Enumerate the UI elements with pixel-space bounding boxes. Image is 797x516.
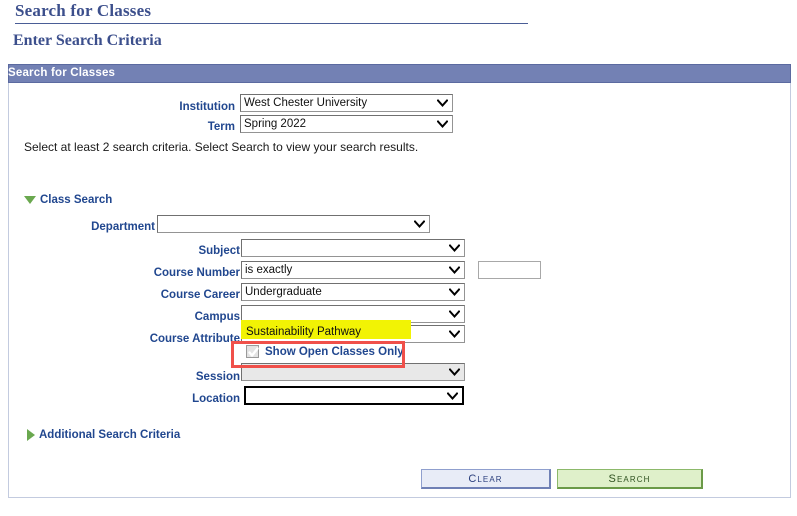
institution-select-value: West Chester University (244, 97, 368, 109)
class-search-toggle-label: Class Search (40, 194, 113, 206)
show-open-classes-only-row[interactable]: Show Open Classes Only (246, 345, 404, 358)
title-divider (15, 23, 528, 24)
course-attribute-label: Course Attribute (149, 333, 240, 345)
course-number-label: Course Number (153, 267, 240, 279)
term-label: Term (207, 121, 235, 133)
search-panel-header-label: Search for Classes (8, 67, 116, 79)
additional-search-criteria-toggle[interactable]: Additional Search Criteria (27, 429, 180, 441)
clear-button[interactable]: Clear (421, 469, 551, 489)
chevron-down-icon (449, 364, 460, 380)
chevron-down-icon (414, 216, 425, 232)
checkbox-checked-icon[interactable] (246, 345, 259, 358)
department-select[interactable] (157, 215, 430, 233)
location-select[interactable] (244, 386, 464, 405)
page-title: Search for Classes (15, 1, 152, 20)
course-career-value: Undergraduate (245, 286, 322, 298)
subject-label: Subject (198, 245, 240, 257)
section-heading: Enter Search Criteria (13, 32, 162, 49)
course-career-label: Course Career (160, 289, 240, 301)
campus-label: Campus (194, 311, 240, 323)
search-panel-header (8, 64, 791, 83)
chevron-down-icon (449, 262, 460, 278)
chevron-down-icon (447, 388, 458, 403)
search-button[interactable]: Search (557, 469, 703, 489)
institution-select[interactable]: West Chester University (240, 94, 453, 112)
instruction-text: Select at least 2 search criteria. Selec… (24, 140, 419, 154)
additional-search-criteria-label: Additional Search Criteria (39, 429, 181, 441)
chevron-down-icon (437, 116, 448, 132)
department-label: Department (91, 221, 155, 233)
chevron-down-icon (449, 326, 460, 342)
chevron-down-icon (449, 306, 460, 322)
course-number-operator-value: is exactly (245, 264, 293, 276)
institution-label: Institution (179, 101, 235, 113)
course-career-select[interactable]: Undergraduate (241, 283, 465, 301)
chevron-down-icon (437, 95, 448, 111)
chevron-down-icon (449, 240, 460, 256)
class-search-toggle[interactable]: Class Search (24, 194, 112, 206)
show-open-classes-only-label: Show Open Classes Only (265, 345, 404, 358)
term-select-value: Spring 2022 (244, 118, 307, 130)
course-number-operator-select[interactable]: is exactly (241, 261, 465, 279)
session-select[interactable] (241, 363, 465, 381)
location-label: Location (192, 393, 240, 405)
term-select[interactable]: Spring 2022 (240, 115, 453, 133)
session-label: Session (195, 371, 240, 383)
triangle-right-icon (27, 429, 35, 441)
course-number-input[interactable] (478, 261, 541, 279)
subject-select[interactable] (241, 239, 465, 257)
triangle-down-icon (24, 196, 36, 204)
course-attribute-value: Sustainability Pathway (246, 326, 362, 338)
chevron-down-icon (449, 284, 460, 300)
